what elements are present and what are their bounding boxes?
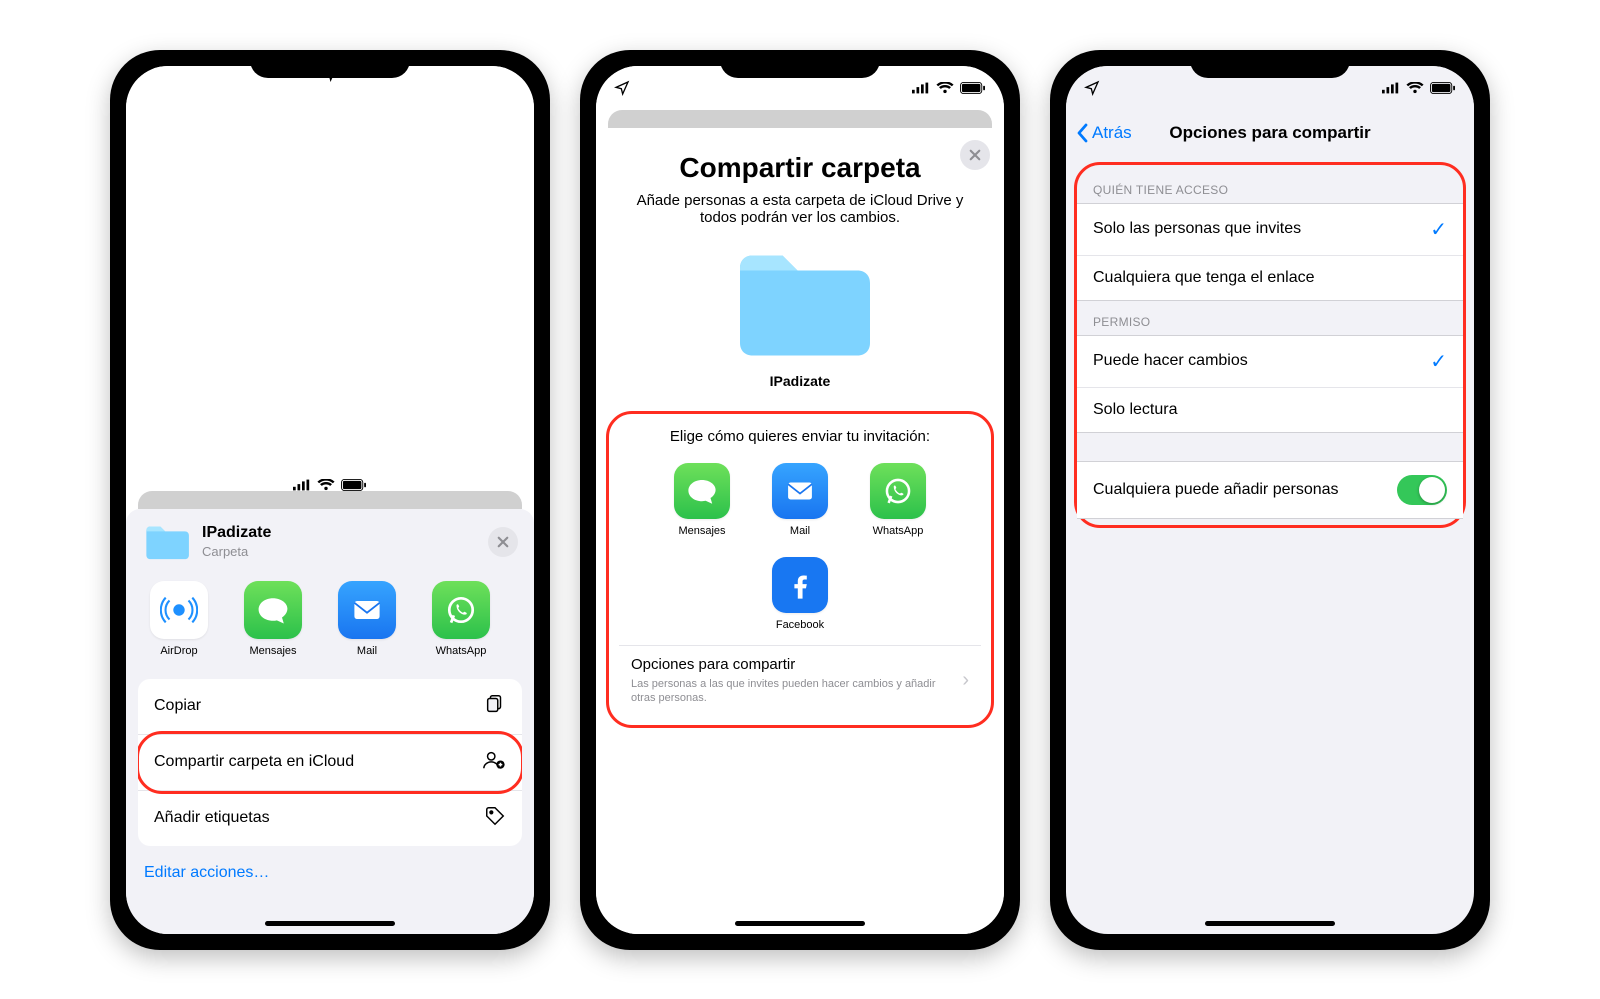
- modal-subtitle: Añade personas a esta carpeta de iCloud …: [596, 192, 1004, 238]
- location-icon: [1084, 80, 1100, 96]
- close-button[interactable]: [488, 527, 518, 557]
- action-list: Copiar Compartir carpeta en iCloud Añadi…: [138, 679, 522, 846]
- action-label: Copiar: [154, 697, 201, 715]
- share-apps: AirDrop Mensajes Mail: [126, 571, 534, 675]
- invite-apps: Mensajes Mail WhatsApp Facebook: [609, 455, 991, 645]
- app-label: WhatsApp: [426, 645, 496, 657]
- home-indicator: [1205, 921, 1335, 926]
- share-sheet: IPadizate Carpeta AirDrop: [126, 509, 534, 934]
- wifi-icon: [317, 479, 335, 491]
- action-label: Compartir carpeta en iCloud: [154, 753, 354, 771]
- share-app-mail[interactable]: Mail: [332, 581, 402, 657]
- wifi-icon: [936, 82, 954, 94]
- edit-actions-link[interactable]: Editar acciones…: [126, 846, 534, 900]
- share-options-row[interactable]: Opciones para compartir Las personas a l…: [619, 645, 981, 716]
- location-icon: [614, 80, 630, 96]
- battery-icon: [960, 82, 986, 94]
- row-label: Cualquiera que tenga el enlace: [1093, 269, 1315, 287]
- row-label: Solo las personas que invites: [1093, 220, 1301, 238]
- battery-icon: [1430, 82, 1456, 94]
- home-indicator: [265, 921, 395, 926]
- permission-list: Puede hacer cambios ✓ Solo lectura: [1077, 335, 1463, 433]
- share-app-mensajes[interactable]: Mensajes: [238, 581, 308, 657]
- options-title: Opciones para compartir: [631, 656, 954, 673]
- permission-edit-row[interactable]: Puede hacer cambios ✓: [1077, 336, 1463, 388]
- action-label: Añadir etiquetas: [154, 809, 270, 827]
- section-header-access: QUIÉN TIENE ACCESO: [1077, 169, 1463, 203]
- app-label: Mensajes: [238, 645, 308, 657]
- phone-frame-2: Compartir carpeta Añade personas a esta …: [580, 50, 1020, 950]
- phone-frame-1: IPadizate Carpeta AirDrop: [110, 50, 550, 950]
- app-label: AirDrop: [144, 645, 214, 657]
- app-label: Mail: [332, 645, 402, 657]
- close-button[interactable]: [960, 140, 990, 170]
- action-add-tags[interactable]: Añadir etiquetas: [138, 791, 522, 846]
- permission-readonly-row[interactable]: Solo lectura: [1077, 388, 1463, 432]
- tag-icon: [484, 805, 506, 832]
- app-label: Mail: [761, 525, 839, 537]
- share-app-airdrop[interactable]: AirDrop: [144, 581, 214, 657]
- row-label: Puede hacer cambios: [1093, 352, 1248, 370]
- chevron-right-icon: ›: [962, 669, 969, 692]
- settings-highlighted-box: QUIÉN TIENE ACCESO Solo las personas que…: [1074, 162, 1466, 528]
- nav-bar: Atrás Opciones para compartir: [1066, 110, 1474, 156]
- access-anyone-row[interactable]: Cualquiera que tenga el enlace: [1077, 256, 1463, 300]
- signal-icon: [912, 82, 930, 94]
- modal-title: Compartir carpeta: [596, 128, 1004, 192]
- people-add-icon: [482, 749, 506, 776]
- status-bar: [126, 66, 534, 491]
- access-list: Solo las personas que invites ✓ Cualquie…: [1077, 203, 1463, 301]
- invite-headline: Elige cómo quieres enviar tu invitación:: [609, 428, 991, 445]
- app-label: Facebook: [761, 619, 839, 631]
- toggle-switch[interactable]: [1397, 475, 1447, 505]
- share-title: IPadizate: [202, 524, 476, 542]
- back-label: Atrás: [1092, 123, 1132, 143]
- checkmark-icon: ✓: [1430, 217, 1447, 242]
- invite-app-whatsapp[interactable]: WhatsApp: [859, 463, 937, 537]
- action-share-icloud[interactable]: Compartir carpeta en iCloud: [138, 735, 522, 791]
- share-subtitle: Carpeta: [202, 544, 476, 559]
- invite-highlighted-box: Elige cómo quieres enviar tu invitación:…: [606, 411, 994, 729]
- battery-icon: [341, 479, 367, 491]
- copy-icon: [484, 693, 506, 720]
- phone-frame-3: Atrás Opciones para compartir QUIÉN TIEN…: [1050, 50, 1490, 950]
- checkmark-icon: ✓: [1430, 349, 1447, 374]
- options-desc: Las personas a las que invites pueden ha…: [631, 677, 954, 706]
- invite-app-mail[interactable]: Mail: [761, 463, 839, 537]
- access-invited-row[interactable]: Solo las personas que invites ✓: [1077, 204, 1463, 256]
- row-label: Solo lectura: [1093, 401, 1178, 419]
- folder-icon: [142, 523, 190, 561]
- home-indicator: [735, 921, 865, 926]
- share-folder-modal: Compartir carpeta Añade personas a esta …: [596, 128, 1004, 934]
- share-header: IPadizate Carpeta: [126, 509, 534, 571]
- section-header-permission: PERMISO: [1077, 301, 1463, 335]
- invite-app-facebook[interactable]: Facebook: [761, 557, 839, 631]
- row-label: Cualquiera puede añadir personas: [1093, 481, 1339, 499]
- app-label: Mensajes: [663, 525, 741, 537]
- folder-name: IPadizate: [596, 373, 1004, 389]
- action-copy[interactable]: Copiar: [138, 679, 522, 735]
- app-label: WhatsApp: [859, 525, 937, 537]
- folder-preview: IPadizate: [596, 238, 1004, 395]
- nav-title: Opciones para compartir: [1169, 123, 1370, 143]
- share-app-whatsapp[interactable]: WhatsApp: [426, 581, 496, 657]
- wifi-icon: [1406, 82, 1424, 94]
- anyone-can-add-row[interactable]: Cualquiera puede añadir personas: [1077, 462, 1463, 518]
- anyone-can-add-list: Cualquiera puede añadir personas: [1077, 461, 1463, 519]
- back-button[interactable]: Atrás: [1076, 123, 1132, 143]
- signal-icon: [293, 479, 311, 491]
- signal-icon: [1382, 82, 1400, 94]
- invite-app-mensajes[interactable]: Mensajes: [663, 463, 741, 537]
